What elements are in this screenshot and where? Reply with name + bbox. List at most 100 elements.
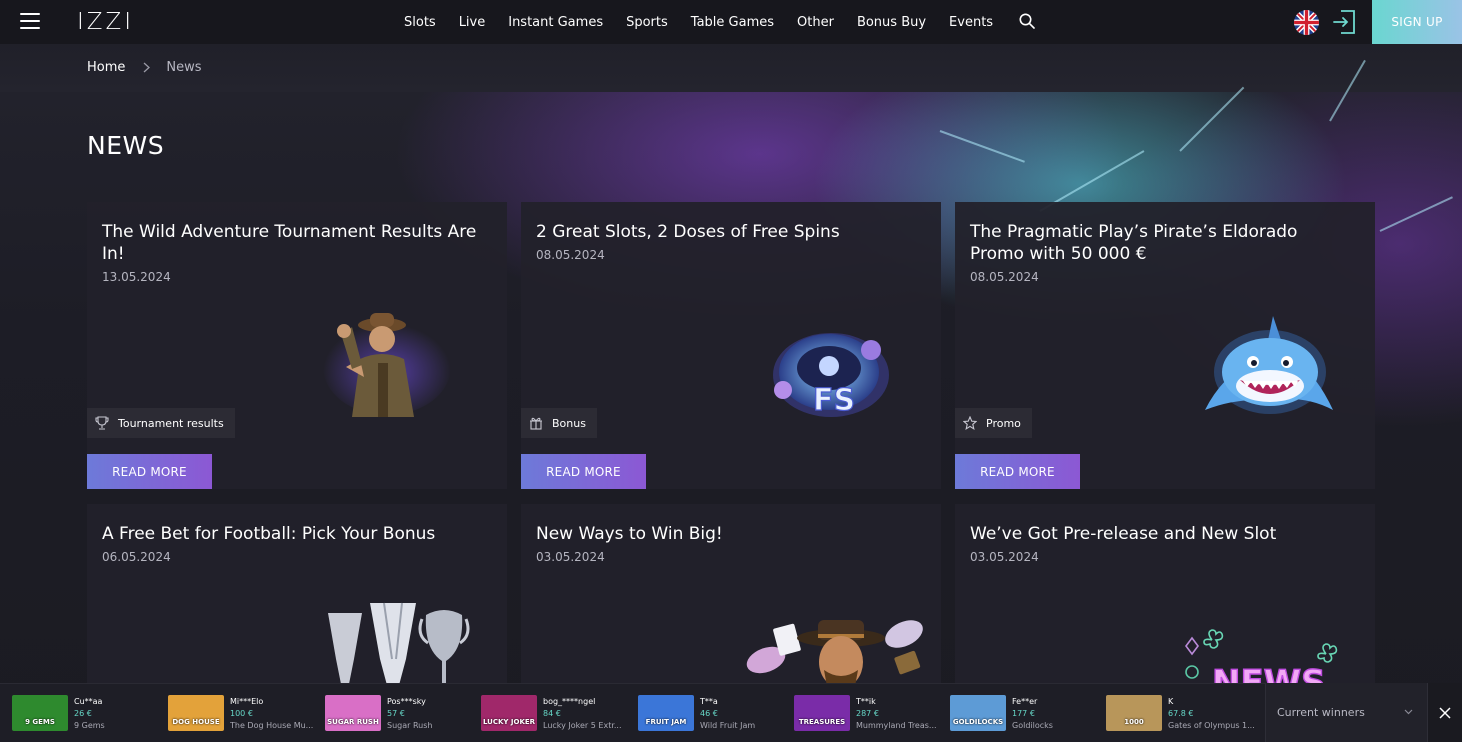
signup-button[interactable]: SIGN UP (1372, 0, 1462, 44)
winner-item[interactable]: LUCKY JOKER bog_****ngel 84 € Lucky Joker … (481, 695, 622, 733)
news-card-title[interactable]: New Ways to Win Big! (536, 523, 916, 545)
search-icon[interactable] (1019, 13, 1035, 29)
winner-item[interactable]: TREASURES T**ik 287 € Mummyland Treas... (794, 695, 937, 733)
winner-item[interactable]: SUGAR RUSH Pos***sky 57 € Sugar Rush (325, 695, 432, 733)
page-title: NEWS (87, 131, 165, 160)
explorer-character-image (323, 313, 451, 417)
news-card-title[interactable]: A Free Bet for Football: Pick Your Bonus (102, 523, 482, 545)
read-more-button[interactable]: READ MORE (521, 454, 646, 489)
nav-sports[interactable]: Sports (626, 15, 668, 30)
winner-user: bog_****ngel (543, 697, 596, 706)
breadcrumb-current: News (166, 60, 202, 75)
winner-item[interactable]: 9 GEMS Cu**aa 26 € 9 Gems (12, 695, 105, 733)
game-thumbnail: DOG HOUSE (168, 695, 224, 731)
login-icon[interactable] (1332, 9, 1358, 35)
winner-user: Cu**aa (74, 697, 103, 706)
news-card-date: 06.05.2024 (102, 550, 171, 564)
news-card-date: 08.05.2024 (970, 270, 1039, 284)
trophy-icon (95, 416, 109, 430)
news-card[interactable]: New Ways to Win Big! 03.05.2024 (521, 504, 941, 694)
winner-user: Pos***sky (387, 697, 426, 706)
nav-live[interactable]: Live (459, 15, 486, 30)
current-winners-label: Current winners (1277, 706, 1365, 719)
winner-game: 9 Gems (74, 721, 105, 730)
breadcrumb-home[interactable]: Home (87, 60, 125, 75)
news-card-tag: Bonus (521, 408, 597, 438)
football-trophies-image (328, 602, 470, 689)
news-card-title[interactable]: We’ve Got Pre-release and New Slot (970, 523, 1350, 545)
news-card-tag-label: Bonus (552, 416, 586, 430)
winner-user: Fe**er (1012, 697, 1038, 706)
news-card[interactable]: We’ve Got Pre-release and New Slot 03.05… (955, 504, 1375, 694)
game-thumbnail: FRUIT JAM (638, 695, 694, 731)
winner-item[interactable]: 1000 K 67.8 € Gates of Olympus 1... (1106, 695, 1254, 733)
news-card[interactable]: A Free Bet for Football: Pick Your Bonus… (87, 504, 507, 694)
star-icon (963, 416, 977, 430)
read-more-button[interactable]: READ MORE (955, 454, 1080, 489)
news-card-tag-label: Tournament results (118, 416, 224, 430)
nav-slots[interactable]: Slots (404, 15, 436, 30)
winner-amount: 287 € (856, 709, 879, 718)
news-card-tag-label: Promo (986, 416, 1021, 430)
news-card[interactable]: 2 Great Slots, 2 Doses of Free Spins 08.… (521, 202, 941, 489)
uk-flag-icon[interactable] (1294, 10, 1319, 35)
news-card[interactable]: The Wild Adventure Tournament Results Ar… (87, 202, 507, 489)
winner-user: T**a (700, 697, 718, 706)
winner-amount: 177 € (1012, 709, 1035, 718)
game-thumbnail-label: DOG HOUSE (172, 718, 220, 726)
site-logo[interactable]: IZZI (77, 9, 134, 35)
winner-game: Gates of Olympus 1... (1168, 721, 1254, 730)
winner-item[interactable]: GOLDILOCKS Fe**er 177 € Goldilocks (950, 695, 1053, 733)
nav-events[interactable]: Events (949, 15, 993, 30)
game-thumbnail: TREASURES (794, 695, 850, 731)
nav-table-games[interactable]: Table Games (691, 15, 774, 30)
winner-game: Sugar Rush (387, 721, 433, 730)
close-icon (1439, 706, 1451, 719)
winner-item[interactable]: DOG HOUSE Mi***Elo 100 € The Dog House Mu.… (168, 695, 313, 733)
winner-item[interactable]: FRUIT JAM T**a 46 € Wild Fruit Jam (638, 695, 755, 733)
breadcrumb: Home News (87, 60, 202, 75)
game-thumbnail-label: LUCKY JOKER (482, 718, 536, 726)
close-winners-button[interactable] (1427, 683, 1462, 742)
news-card-date: 03.05.2024 (536, 550, 605, 564)
news-card[interactable]: The Pragmatic Play’s Pirate’s Eldorado P… (955, 202, 1375, 489)
page: IZZI Slots Live Instant Games Sports Tab… (0, 0, 1462, 742)
winner-user: T**ik (856, 697, 876, 706)
shark-image (1205, 316, 1333, 414)
read-more-button[interactable]: READ MORE (87, 454, 212, 489)
winner-amount: 57 € (387, 709, 405, 718)
winner-game: Lucky Joker 5 Extr... (543, 721, 622, 730)
current-winners-dropdown[interactable]: Current winners (1265, 683, 1427, 742)
game-thumbnail-label: SUGAR RUSH (327, 718, 379, 726)
winner-game: Mummyland Treas... (856, 721, 937, 730)
winner-amount: 26 € (74, 709, 92, 718)
nav-other[interactable]: Other (797, 15, 834, 30)
winner-amount: 100 € (230, 709, 253, 718)
menu-icon[interactable] (20, 13, 40, 31)
news-card-title[interactable]: 2 Great Slots, 2 Doses of Free Spins (536, 221, 916, 243)
winner-game: Wild Fruit Jam (700, 721, 756, 730)
winner-amount: 67.8 € (1168, 709, 1194, 718)
news-card-date: 13.05.2024 (102, 270, 171, 284)
breadcrumb-strip (0, 44, 1462, 92)
main-nav: Slots Live Instant Games Sports Table Ga… (404, 0, 1016, 44)
winner-user: K (1168, 697, 1174, 706)
game-thumbnail-label: 9 GEMS (25, 718, 55, 726)
news-card-title[interactable]: The Pragmatic Play’s Pirate’s Eldorado P… (970, 221, 1350, 265)
winner-game: Goldilocks (1012, 721, 1053, 730)
nav-instant-games[interactable]: Instant Games (508, 15, 603, 30)
winners-ticker: 9 GEMS Cu**aa 26 € 9 Gems DOG HOUSE Mi***E… (0, 683, 1462, 742)
news-card-date: 08.05.2024 (536, 248, 605, 262)
nav-bonus-buy[interactable]: Bonus Buy (857, 15, 926, 30)
game-thumbnail-label: 1000 (1124, 718, 1144, 726)
news-card-tag: Tournament results (87, 408, 235, 438)
chevron-right-icon (143, 62, 151, 73)
top-header: IZZI Slots Live Instant Games Sports Tab… (0, 0, 1462, 44)
gift-icon (530, 417, 542, 430)
winner-amount: 84 € (543, 709, 561, 718)
game-thumbnail: 1000 (1106, 695, 1162, 731)
game-thumbnail: SUGAR RUSH (325, 695, 381, 731)
winner-game: The Dog House Mu... (230, 721, 314, 730)
chevron-down-icon (1404, 709, 1413, 715)
news-card-title[interactable]: The Wild Adventure Tournament Results Ar… (102, 221, 482, 265)
